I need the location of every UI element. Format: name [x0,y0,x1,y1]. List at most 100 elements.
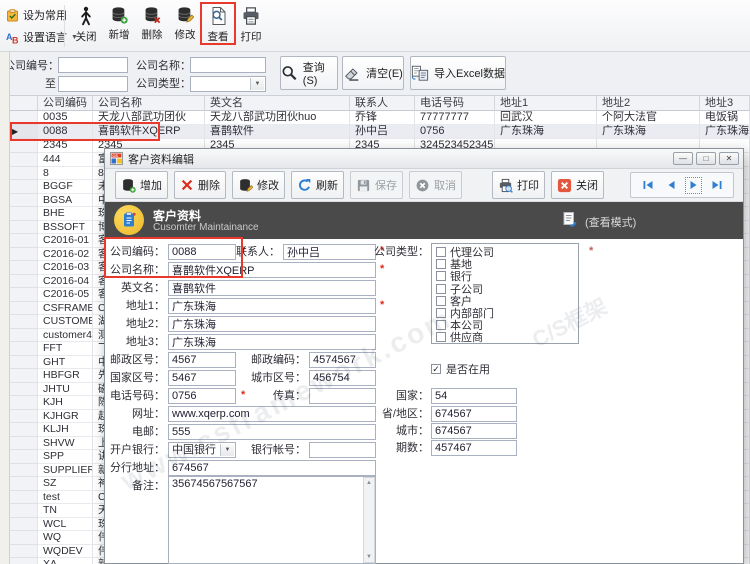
set-language-button[interactable]: AB 设置语言 ▼ [6,29,78,45]
bank-account-input[interactable] [309,442,376,458]
bank-select[interactable]: 中国银行 ▼ [168,442,236,458]
province-input[interactable] [431,406,517,422]
maximize-button[interactable]: □ [696,152,716,165]
branch-address-input[interactable] [168,460,376,476]
country-zone-field-label: 国家区号： [107,371,165,386]
cell-address1: 回武汉 [495,111,597,125]
clear-label: 清空(E) [366,65,403,81]
row-indicator [10,491,38,505]
nav-first-button[interactable] [640,178,655,193]
country-zone-input[interactable] [168,370,236,386]
row-indicator [10,464,38,478]
checkbox-icon[interactable] [436,271,446,281]
checkbox-icon[interactable] [436,320,446,330]
city-input[interactable] [431,423,517,439]
remark-textarea[interactable]: 35674567567567 [168,476,376,564]
in-use-label: 是否在用 [446,361,490,377]
company-no-from-input[interactable] [58,57,128,73]
address3-field-label: 地址3： [107,335,165,350]
set-common-button[interactable]: 设为常用 [6,7,67,23]
grid-header-address1[interactable]: 地址1 [495,96,597,111]
dialog-delete-button[interactable]: 删除 [174,171,226,199]
postal-zone-input[interactable] [168,352,236,368]
grid-header-company-code[interactable]: 公司编码 [38,96,93,111]
dialog-add-button[interactable]: 增加 [115,171,168,199]
grid-header-company-name[interactable]: 公司名称 [93,96,205,111]
query-button[interactable]: 查询(S) [280,56,338,90]
company-no-label: 公司编号： [4,59,56,74]
chevron-down-icon[interactable]: ▼ [220,444,234,456]
company-name-input[interactable] [190,57,266,73]
remark-scrollbar[interactable]: ▲ ▼ [363,477,375,563]
contact-input[interactable] [283,244,376,260]
grid-header-address2[interactable]: 地址2 [597,96,700,111]
close-label: 关闭 [76,29,97,44]
modify-record-button[interactable]: 修改 [169,3,201,49]
cell-company-code: test [38,491,93,505]
clear-button[interactable]: 清空(E) [342,56,404,90]
in-use-checkbox[interactable]: ✓ 是否在用 [431,361,490,377]
nav-last-button[interactable] [709,178,724,193]
company-type-select[interactable]: ▼ [190,76,266,92]
dialog-close-button[interactable]: 关闭 [551,171,604,199]
address2-input[interactable] [168,316,376,332]
import-excel-button[interactable]: 导入Excel数据 [410,56,506,90]
dialog-title-bar[interactable]: CS 客户资料编辑 — □ ✕ [105,149,743,169]
minimize-button[interactable]: — [673,152,693,165]
scroll-down-icon[interactable]: ▼ [366,554,372,560]
close-window-button[interactable]: 关闭 [70,3,102,49]
dialog-modify-button[interactable]: 修改 [232,171,285,199]
checkbox-icon[interactable] [436,308,446,318]
chevron-down-icon[interactable]: ▼ [250,78,264,90]
postal-code-input[interactable] [309,352,376,368]
company-no-to-input[interactable] [58,76,128,92]
english-name-input[interactable] [168,280,376,296]
print-button[interactable]: 打印 [235,3,267,49]
row-indicator [10,410,38,424]
checkbox-checked-icon[interactable]: ✓ [431,364,441,374]
address3-input[interactable] [168,334,376,350]
grid-header-english-name[interactable]: 英文名 [205,96,350,111]
email-input[interactable] [168,424,376,440]
modify-label: 修改 [175,27,196,42]
scroll-up-icon[interactable]: ▲ [366,480,372,486]
checkbox-icon[interactable] [436,284,446,294]
cell-company-code: BSSOFT [38,221,93,235]
checkbox-icon[interactable] [436,259,446,269]
nav-prev-button[interactable] [663,178,678,193]
checkbox-icon[interactable] [436,296,446,306]
country-input[interactable] [431,388,517,404]
address1-input[interactable] [168,298,376,314]
grid-header-address3[interactable]: 地址3 [700,96,750,111]
checkbox-icon[interactable] [436,247,446,257]
city-zone-field-label: 城市区号： [240,371,306,386]
dialog-print-button[interactable]: 打印 [492,171,545,199]
nav-next-button[interactable] [686,178,701,193]
view-record-button[interactable]: 查看 [202,3,234,49]
add-record-button[interactable]: 新增 [103,3,135,49]
table-row-selected[interactable]: ▶ 0088 喜鹊软件XQERP 喜鹊软件 孙中吕 0756 广东珠海 广东珠海… [10,125,750,139]
dialog-refresh-button[interactable]: 刷新 [291,171,344,199]
company-type-option[interactable]: 供应商 [436,331,574,343]
dialog-cancel-label: 取消 [434,177,456,193]
website-input[interactable] [168,406,376,422]
cell-english-name: 天龙八部武功团伙huo [205,111,350,125]
periods-input[interactable] [431,440,517,456]
grid-header-contact[interactable]: 联系人 [350,96,415,111]
table-row[interactable]: 0035 天龙八部武功团伙 天龙八部武功团伙huo 乔锋 77777777 回武… [10,111,750,125]
cell-company-code: HBFGR [38,369,93,383]
city-zone-input[interactable] [309,370,376,386]
checkbox-icon[interactable] [436,332,446,342]
company-type-listbox[interactable]: 代理公司 基地 银行 子公司 客 [431,243,579,344]
delete-record-button[interactable]: 删除 [136,3,168,49]
fax-input[interactable] [309,388,376,404]
window-controls: — □ ✕ [673,152,739,165]
row-indicator [10,221,38,235]
grid-header-phone[interactable]: 电话号码 [415,96,495,111]
company-code-input[interactable] [168,244,236,260]
country-field-label: 国家： [371,389,429,404]
close-button[interactable]: ✕ [719,152,739,165]
refresh-icon [297,178,312,193]
company-name-input[interactable] [168,262,376,278]
phone-input[interactable] [168,388,236,404]
